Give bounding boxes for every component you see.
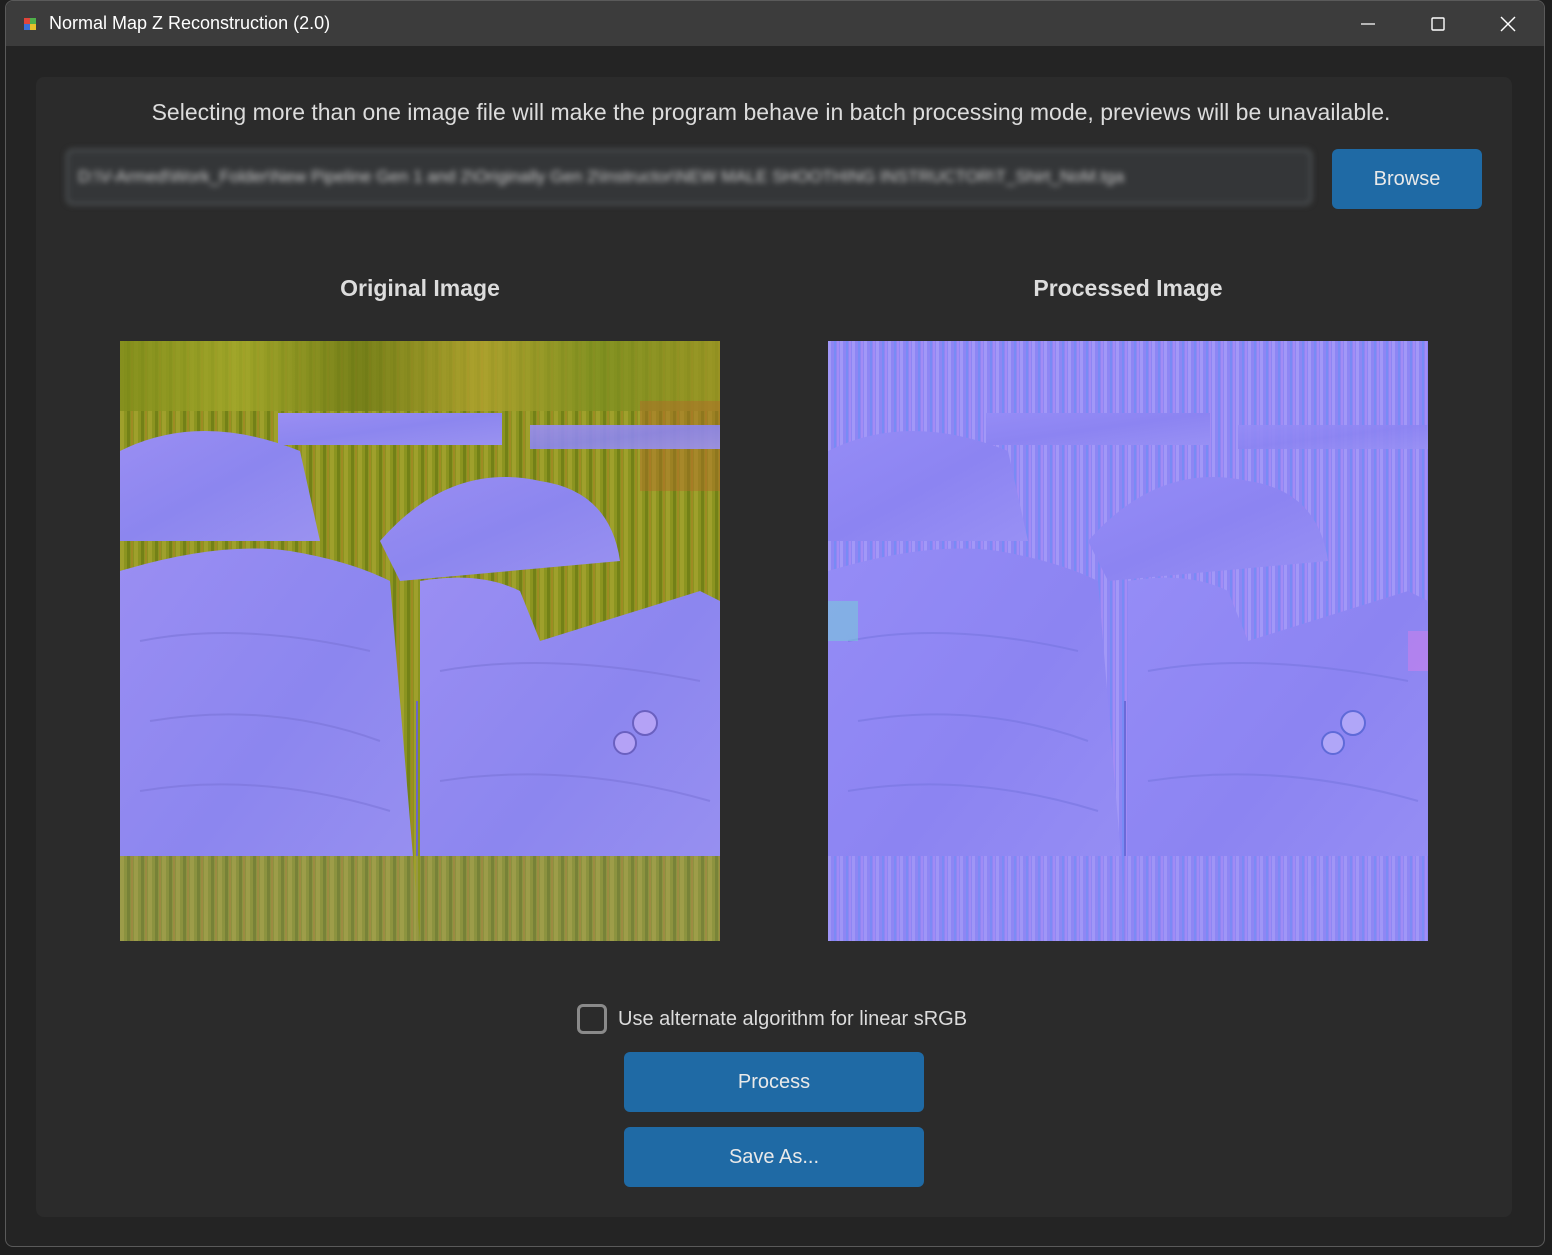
browse-button[interactable]: Browse (1332, 149, 1482, 209)
file-path-input[interactable] (66, 149, 1312, 205)
main-panel: Selecting more than one image file will … (36, 77, 1512, 1217)
app-icon (24, 18, 36, 30)
window-title: Normal Map Z Reconstruction (2.0) (49, 13, 331, 33)
processed-image-title: Processed Image (1033, 275, 1223, 301)
maximize-button[interactable] (1403, 1, 1473, 46)
minimize-icon (1361, 22, 1375, 25)
alternate-algorithm-label[interactable]: Use alternate algorithm for linear sRGB (618, 1008, 967, 1031)
app-window: Normal Map Z Reconstruction (2.0) Select… (5, 0, 1545, 1247)
original-image-title: Original Image (340, 275, 500, 301)
alternate-algorithm-checkbox[interactable] (577, 1004, 607, 1034)
alternate-algorithm-option[interactable]: Use alternate algorithm for linear sRGB (577, 1001, 967, 1037)
original-image-preview (120, 341, 720, 941)
close-icon (1500, 16, 1516, 31)
save-as-button[interactable]: Save As... (624, 1127, 924, 1187)
processed-image-preview (828, 341, 1428, 941)
batch-info-text: Selecting more than one image file will … (151, 99, 1391, 125)
title-bar[interactable]: Normal Map Z Reconstruction (2.0) (6, 1, 1544, 46)
process-button[interactable]: Process (624, 1052, 924, 1112)
maximize-icon (1431, 16, 1445, 31)
close-button[interactable] (1473, 1, 1543, 46)
minimize-button[interactable] (1333, 1, 1403, 46)
